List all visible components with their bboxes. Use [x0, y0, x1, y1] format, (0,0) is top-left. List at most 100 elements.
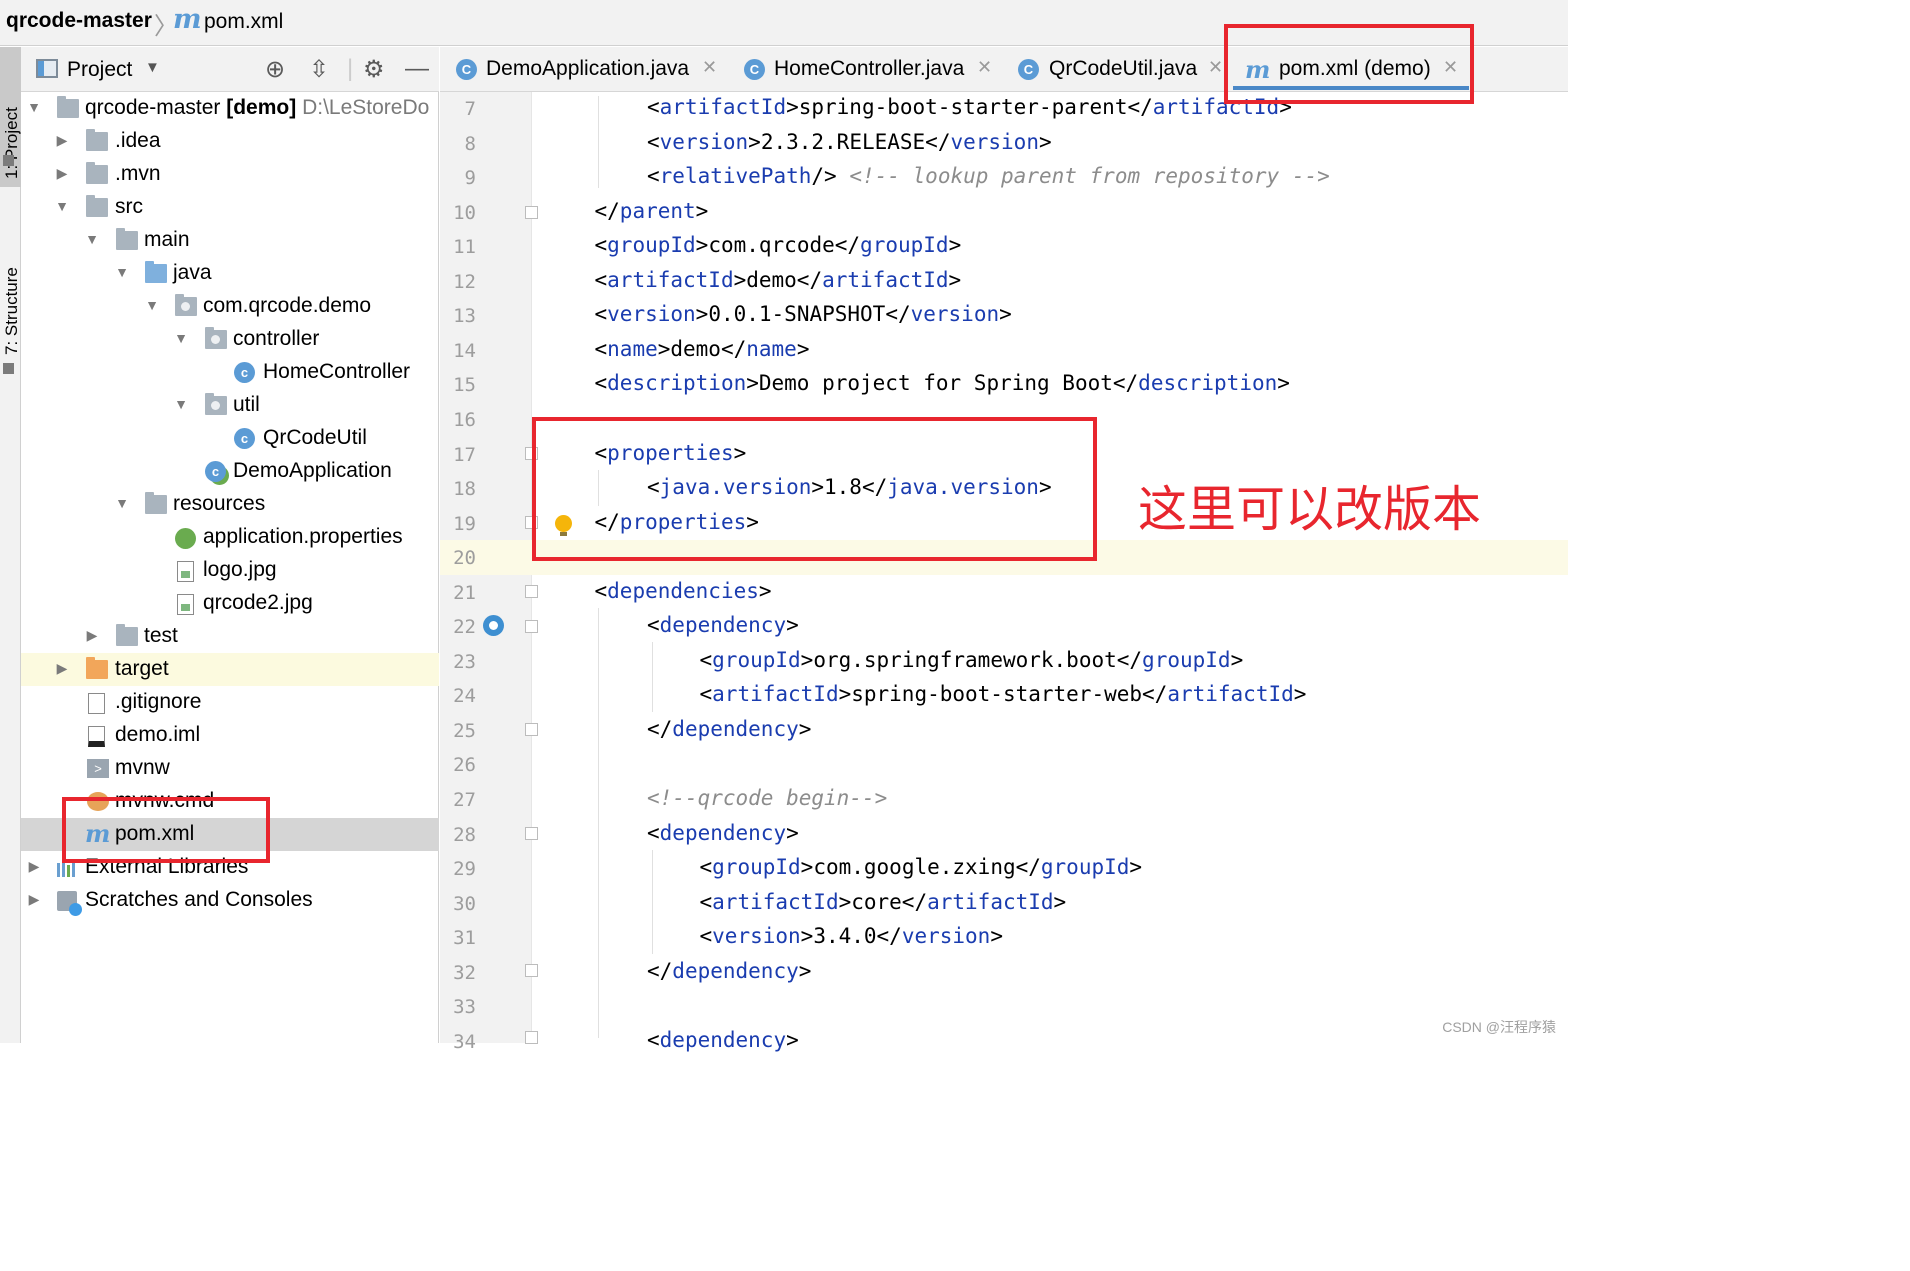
minimize-icon[interactable]: — — [405, 55, 429, 83]
code-line: <dependencies> — [532, 579, 772, 603]
tree-item-src[interactable]: ▼ src — [21, 191, 439, 224]
tree-item-package[interactable]: ▼ com.qrcode.demo — [21, 290, 439, 323]
excluded-folder-icon — [86, 657, 108, 679]
java-class-icon: c — [234, 362, 255, 383]
chevron-right-icon[interactable]: ▶ — [27, 891, 41, 908]
chevron-down-icon[interactable]: ▼ — [145, 297, 159, 313]
code-text: < — [699, 647, 713, 672]
chevron-right-icon[interactable]: ▶ — [85, 627, 99, 644]
code-text: > — [786, 820, 799, 845]
breadcrumb-project[interactable]: qrcode-master — [6, 9, 152, 33]
spring-boot-class-icon: c — [205, 461, 226, 482]
project-tool-tab[interactable]: 1: Project — [0, 47, 21, 187]
tree-item-test[interactable]: ▶ test — [21, 620, 439, 653]
tree-item-label: src — [115, 195, 143, 218]
tree-item-logo-jpg[interactable]: logo.jpg — [21, 554, 439, 587]
tree-item-demo-iml[interactable]: demo.iml — [21, 719, 439, 752]
tree-item-mvn[interactable]: ▶ .mvn — [21, 158, 439, 191]
tree-item-resources[interactable]: ▼ resources — [21, 488, 439, 521]
code-text: >org.springframework.boot</ — [800, 647, 1143, 672]
chevron-down-icon[interactable]: ▼ — [85, 231, 99, 247]
code-text: >core</ — [838, 889, 928, 914]
chevron-down-icon[interactable]: ▼ — [145, 59, 160, 76]
breadcrumb-file[interactable]: pom.xml — [204, 10, 283, 34]
chevron-right-icon[interactable]: ▶ — [55, 165, 69, 182]
fold-marker-icon[interactable] — [525, 206, 538, 219]
chevron-down-icon[interactable]: ▼ — [174, 396, 188, 412]
tree-item-qrcodeutil[interactable]: c QrCodeUtil — [21, 422, 439, 455]
fold-marker-icon[interactable] — [525, 620, 538, 633]
chevron-down-icon[interactable]: ▼ — [115, 495, 129, 511]
fold-marker-icon[interactable] — [525, 585, 538, 598]
ignore-file-icon — [88, 693, 105, 714]
code-line: <version>0.0.1-SNAPSHOT</version> — [532, 302, 1012, 326]
indent-guide — [652, 642, 653, 712]
fold-marker-icon[interactable] — [525, 827, 538, 840]
chevron-right-icon[interactable]: ▶ — [55, 660, 69, 677]
tree-item-root[interactable]: ▼ qrcode-master [demo] D:\LeStoreDo — [21, 92, 439, 125]
tree-item-java[interactable]: ▼ java — [21, 257, 439, 290]
tree-item-qrcode2-jpg[interactable]: qrcode2.jpg — [21, 587, 439, 620]
xml-tag-name: description — [607, 371, 747, 396]
code-text: > — [1053, 889, 1067, 914]
chevron-down-icon[interactable]: ▼ — [115, 264, 129, 280]
tab-demoapplication[interactable]: C DemoApplication.java ✕ — [440, 47, 730, 92]
package-icon — [205, 327, 227, 349]
line-number: 13 — [453, 305, 476, 328]
chevron-right-icon[interactable]: ▶ — [55, 132, 69, 149]
tree-item-label: HomeController — [263, 360, 411, 383]
java-class-icon: C — [1018, 59, 1039, 80]
tree-item-util[interactable]: ▼ util — [21, 389, 439, 422]
highlight-box-tab — [1224, 24, 1474, 104]
structure-tool-tab[interactable]: 7: Structure — [0, 207, 21, 377]
code-line: <version>3.4.0</version> — [532, 924, 1004, 948]
folder-icon — [86, 162, 108, 184]
tree-item-idea[interactable]: ▶ .idea — [21, 125, 439, 158]
xml-tag-name: version — [607, 302, 696, 327]
tab-qrcodeutil[interactable]: C QrCodeUtil.java ✕ — [1008, 47, 1233, 92]
tree-item-scratches[interactable]: ▶ Scratches and Consoles — [21, 884, 439, 917]
line-number: 25 — [453, 719, 476, 742]
tree-item-mvnw[interactable]: > mvnw — [21, 752, 439, 785]
chevron-down-icon[interactable]: ▼ — [27, 99, 41, 115]
tree-item-main[interactable]: ▼ main — [21, 224, 439, 257]
line-number: 21 — [453, 581, 476, 604]
fold-marker-icon[interactable] — [525, 723, 538, 736]
tree-item-application-properties[interactable]: application.properties — [21, 521, 439, 554]
tab-homecontroller[interactable]: C HomeController.java ✕ — [730, 47, 1008, 92]
code-text: >com.google.zxing</ — [800, 855, 1041, 880]
code-text: </ — [647, 958, 673, 983]
tree-item-controller[interactable]: ▼ controller — [21, 323, 439, 356]
line-number: 18 — [453, 478, 476, 501]
collapse-all-icon[interactable]: ⇳ — [309, 55, 329, 84]
chevron-down-icon[interactable]: ▼ — [174, 330, 188, 346]
line-number: 28 — [453, 823, 476, 846]
tree-item-label: demo.iml — [115, 723, 201, 746]
line-number: 23 — [453, 650, 476, 673]
tree-item-demoapplication[interactable]: c DemoApplication — [21, 455, 439, 488]
xml-tag-name: groupId — [1142, 647, 1231, 672]
chevron-down-icon[interactable]: ▼ — [55, 198, 69, 214]
project-view-selector[interactable]: Project — [67, 58, 132, 82]
highlight-box-pom-file — [62, 797, 270, 863]
code-text: < — [647, 129, 660, 154]
fold-marker-icon[interactable] — [525, 964, 538, 977]
close-icon[interactable]: ✕ — [977, 57, 992, 78]
close-icon[interactable]: ✕ — [1208, 57, 1223, 78]
folder-icon — [116, 624, 138, 646]
image-file-icon — [177, 594, 194, 615]
tree-item-target[interactable]: ▶ target — [21, 653, 439, 686]
gear-icon[interactable]: ⚙ — [363, 55, 385, 84]
close-icon[interactable]: ✕ — [702, 57, 717, 78]
fold-marker-icon[interactable] — [525, 1031, 538, 1044]
tree-item-homecontroller[interactable]: c HomeController — [21, 356, 439, 389]
tree-item-gitignore[interactable]: .gitignore — [21, 686, 439, 719]
navigate-override-icon[interactable] — [483, 615, 504, 636]
locate-file-icon[interactable]: ⊕ — [265, 55, 285, 84]
project-tool-tab-label: 1: Project — [2, 107, 21, 179]
code-line: <name>demo</name> — [532, 337, 810, 361]
toolbar-divider: | — [347, 55, 354, 82]
chevron-right-icon[interactable]: ▶ — [27, 858, 41, 875]
code-line: <artifactId>spring-boot-starter-web</art… — [532, 682, 1307, 706]
structure-tool-tab-label: 7: Structure — [2, 267, 21, 355]
